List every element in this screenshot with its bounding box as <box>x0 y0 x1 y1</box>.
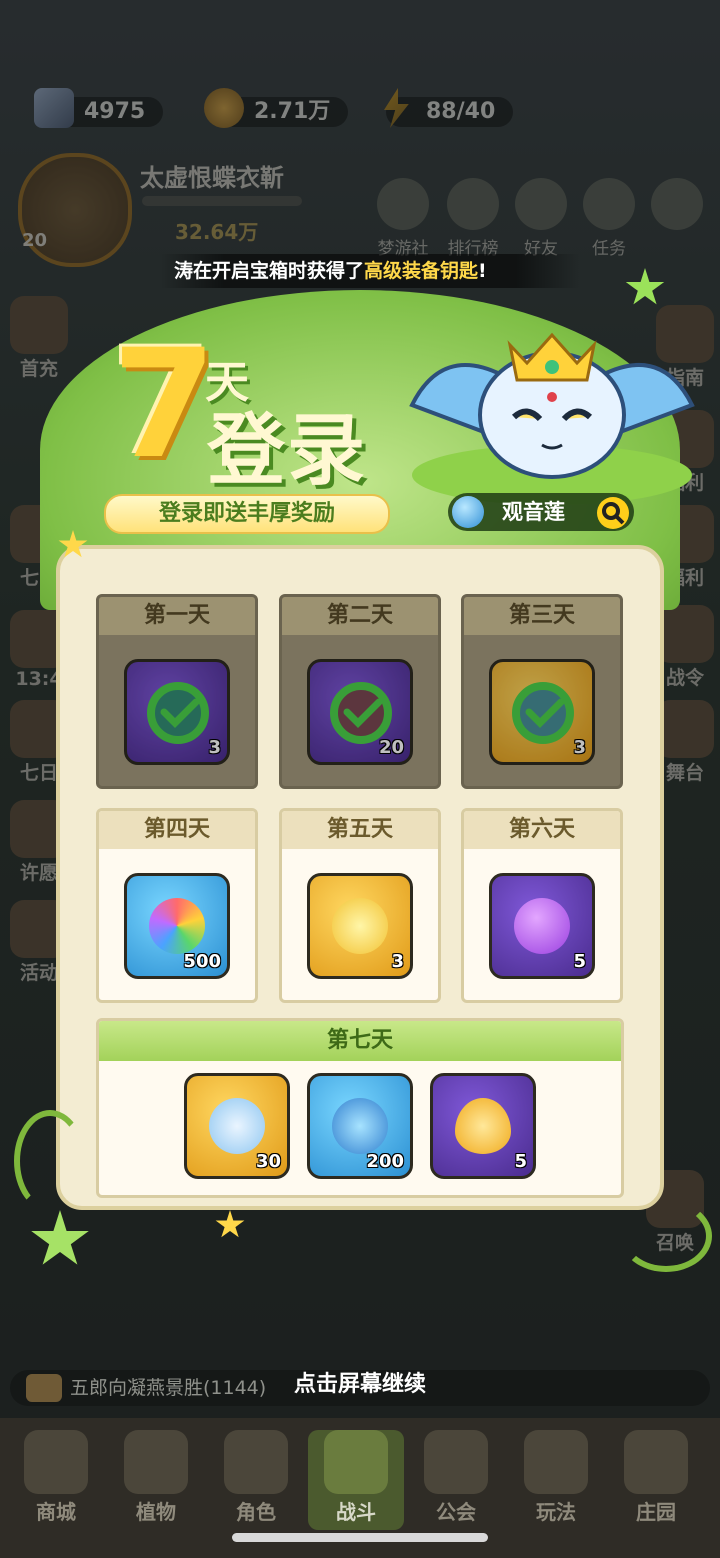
tap-to-continue[interactable]: 点击屏幕继续 <box>0 1366 720 1398</box>
nav-battle[interactable]: 战斗 <box>308 1430 404 1530</box>
reward-count: 3 <box>391 951 404 972</box>
reward-item: 3 <box>124 659 230 765</box>
mystery-seed-icon <box>149 898 205 954</box>
character-icon <box>224 1430 288 1494</box>
nav-label: 玩法 <box>536 1500 576 1524</box>
nav-label: 庄园 <box>636 1500 676 1524</box>
day-card-4[interactable]: 第四天 500 <box>96 808 258 1003</box>
reward-item: 500 <box>124 873 230 979</box>
reward-count: 3 <box>208 737 221 758</box>
day-label: 第六天 <box>464 811 620 849</box>
windmill-icon <box>324 1430 388 1494</box>
notice-suffix: ! <box>478 260 487 282</box>
day-label: 第二天 <box>282 597 438 635</box>
day-label: 第四天 <box>99 811 255 849</box>
reward-item: 3 <box>489 659 595 765</box>
reward-item: 3 <box>307 873 413 979</box>
reward-item: 5 <box>430 1073 536 1179</box>
reward-item: 30 <box>184 1073 290 1179</box>
day-card-3[interactable]: 第三天 3 <box>461 594 623 789</box>
day-label: 第七天 <box>99 1021 621 1061</box>
reward-count: 5 <box>514 1151 527 1172</box>
search-icon[interactable] <box>597 497 629 529</box>
pet-illustration <box>409 332 695 505</box>
broadcast-notice: 涛在开启宝箱时获得了高级装备钥匙! <box>160 254 580 288</box>
day-card-6[interactable]: 第六天 5 <box>461 808 623 1003</box>
guild-icon <box>424 1430 488 1494</box>
shop-icon <box>24 1430 88 1494</box>
day-label: 第三天 <box>464 597 620 635</box>
nav-manor[interactable]: 庄园 <box>608 1430 704 1530</box>
day-card-5[interactable]: 第五天 3 <box>279 808 441 1003</box>
title-main: 登录 <box>207 406 368 496</box>
notice-text: 涛在开启宝箱时获得了 <box>174 260 365 282</box>
pet-fragment-icon <box>209 1098 265 1154</box>
day-card-7[interactable]: 第七天 30 200 5 <box>96 1018 624 1198</box>
nav-label: 公会 <box>436 1500 476 1524</box>
home-indicator[interactable] <box>232 1533 488 1542</box>
nav-characters[interactable]: 角色 <box>208 1430 304 1530</box>
vine-decoration <box>620 1200 712 1272</box>
water-orb-icon <box>332 1098 388 1154</box>
nav-label: 植物 <box>136 1500 176 1524</box>
plant-icon <box>124 1430 188 1494</box>
golden-drop-icon <box>455 1098 511 1154</box>
reward-item: 20 <box>307 659 413 765</box>
potion-icon <box>514 898 570 954</box>
nav-plants[interactable]: 植物 <box>108 1430 204 1530</box>
claimed-check-icon <box>147 682 209 744</box>
subtitle-banner: 登录即送丰厚奖励 <box>104 494 390 534</box>
day-card-1[interactable]: 第一天 3 <box>96 594 258 789</box>
day-label: 第五天 <box>282 811 438 849</box>
claimed-check-icon <box>330 682 392 744</box>
day-card-2[interactable]: 第二天 20 <box>279 594 441 789</box>
water-element-icon <box>452 496 484 528</box>
reward-item: 200 <box>307 1073 413 1179</box>
reward-count: 5 <box>573 951 586 972</box>
nav-guild[interactable]: 公会 <box>408 1430 504 1530</box>
golden-leaf-icon <box>332 898 388 954</box>
nav-gameplay[interactable]: 玩法 <box>508 1430 604 1530</box>
reward-count: 30 <box>255 1151 281 1172</box>
nav-label: 角色 <box>236 1500 276 1524</box>
reward-count: 20 <box>378 737 404 758</box>
nav-label: 战斗 <box>336 1500 376 1524</box>
claimed-check-icon <box>512 682 574 744</box>
reward-count: 3 <box>573 737 586 758</box>
nav-label: 商城 <box>36 1500 76 1524</box>
reward-count: 200 <box>366 1151 404 1172</box>
vine-decoration <box>14 1110 86 1212</box>
title-number: 7 <box>112 318 217 492</box>
notice-highlight: 高级装备钥匙 <box>364 260 479 282</box>
reward-count: 500 <box>183 951 221 972</box>
day-label: 第一天 <box>99 597 255 635</box>
gameplay-icon <box>524 1430 588 1494</box>
reward-item: 5 <box>489 873 595 979</box>
nav-shop[interactable]: 商城 <box>8 1430 104 1530</box>
lock-icon <box>624 1430 688 1494</box>
pet-name: 观音莲 <box>502 500 565 524</box>
